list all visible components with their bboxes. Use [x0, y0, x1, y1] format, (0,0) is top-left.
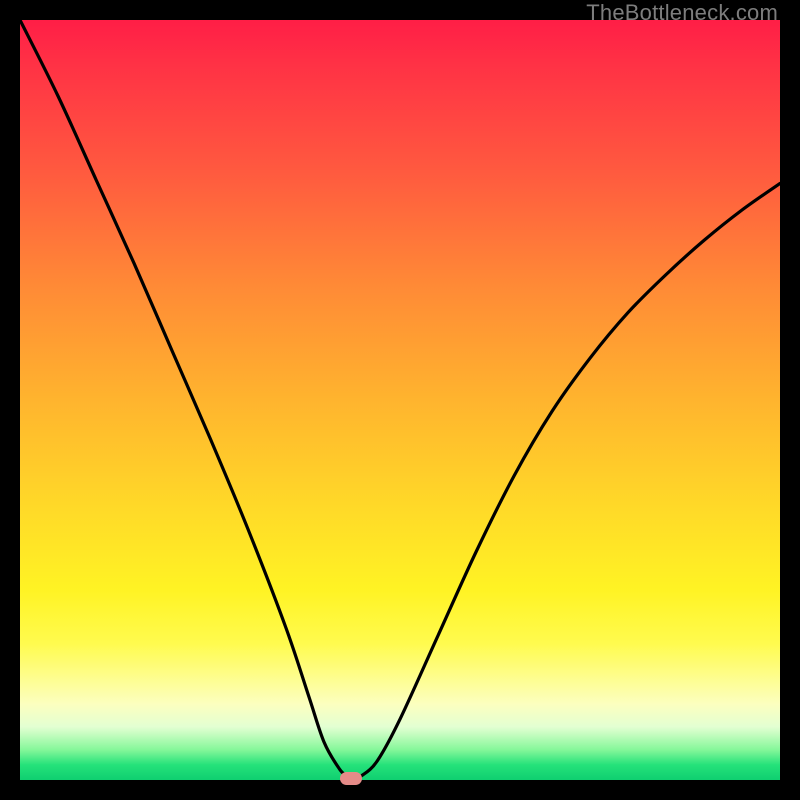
curve-svg [20, 20, 780, 780]
bottleneck-curve [20, 20, 780, 778]
plot-area [20, 20, 780, 780]
optimal-marker [340, 772, 362, 785]
chart-frame: TheBottleneck.com [0, 0, 800, 800]
